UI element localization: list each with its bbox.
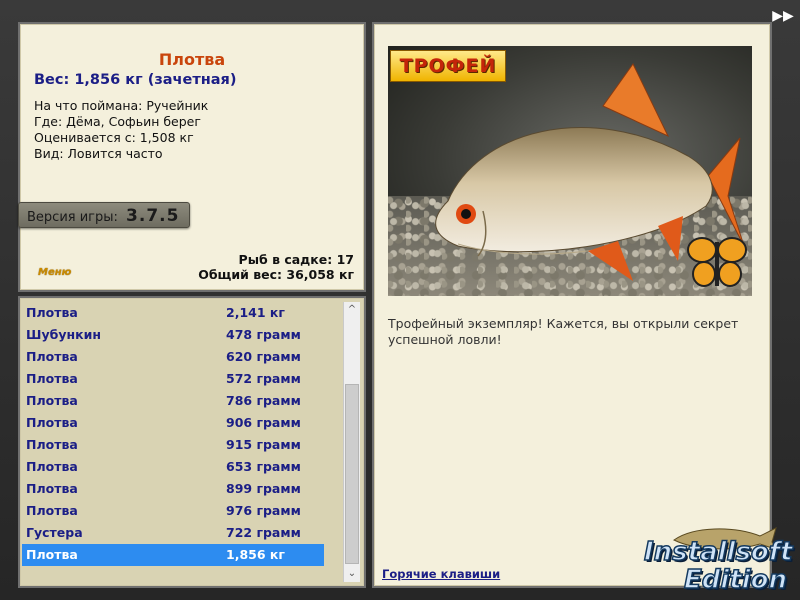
catch-fish-name: Густера: [26, 525, 83, 540]
scroll-thumb[interactable]: [345, 384, 359, 564]
catch-list: Плотва 2,141 кг Шубункин 478 грамм Плотва 620…: [22, 302, 324, 566]
hotkeys-link[interactable]: Горячие клавиши: [382, 567, 500, 581]
catch-fish-name: Плотва: [26, 371, 78, 386]
catch-list-row[interactable]: Плотва 976 грамм: [22, 500, 324, 522]
fish-info-panel: Плотва Вес: 1,856 кг (зачетная) На что п…: [18, 22, 366, 292]
catch-fish-weight: 899 грамм: [226, 481, 301, 496]
catch-fish-weight: 786 грамм: [226, 393, 301, 408]
catch-fish-name: Плотва: [26, 349, 78, 364]
version-label: Версия игры:: [27, 210, 118, 225]
catch-list-row[interactable]: Плотва 899 грамм: [22, 478, 324, 500]
brand-line2: Edition: [683, 565, 787, 595]
catch-list-panel: Плотва 2,141 кг Шубункин 478 грамм Плотва 620…: [18, 296, 366, 588]
brand-line1: Installsoft: [643, 537, 793, 567]
fish-photo: ТРОФЕЙ: [388, 46, 752, 296]
fish-in-net-count: Рыб в садке: 17: [238, 252, 354, 267]
trophy-description: Трофейный экземпляр! Кажется, вы открыли…: [388, 316, 739, 347]
catch-fish-name: Плотва: [26, 393, 78, 408]
catch-fish-weight: 2,141 кг: [226, 305, 285, 320]
catch-list-row[interactable]: Плотва 1,856 кг: [22, 544, 324, 566]
total-weight: Общий вес: 36,058 кг: [198, 267, 354, 282]
scroll-up-icon[interactable]: ^: [344, 302, 360, 318]
catch-fish-weight: 722 грамм: [226, 525, 301, 540]
catch-list-row[interactable]: Шубункин 478 грамм: [22, 324, 324, 346]
catch-fish-name: Шубункин: [26, 327, 101, 342]
location-info: Где: Дёма, Софьин берег: [34, 114, 201, 129]
catch-fish-weight: 906 грамм: [226, 415, 301, 430]
menu-link[interactable]: Меню: [38, 267, 71, 278]
trophy-badge: ТРОФЕЙ: [390, 50, 506, 82]
catch-fish-name: Плотва: [26, 459, 78, 474]
catch-list-row[interactable]: Плотва 2,141 кг: [22, 302, 324, 324]
catch-fish-weight: 1,856 кг: [226, 547, 285, 562]
catch-fish-weight: 620 грамм: [226, 349, 301, 364]
catch-fish-weight: 478 грамм: [226, 327, 301, 342]
fast-forward-icon[interactable]: ▶▶: [770, 6, 796, 26]
brand-text: Installsoft Edition: [643, 537, 793, 595]
fish-detail-panel: ТРОФЕЙ Трофейный экземпляр! Кажется, вы …: [372, 22, 772, 588]
catch-list-row[interactable]: Плотва 906 грамм: [22, 412, 324, 434]
catch-fish-name: Плотва: [26, 305, 78, 320]
roach-fish-illustration: [435, 63, 747, 287]
catch-fish-name: Плотва: [26, 547, 78, 562]
catch-fish-name: Плотва: [26, 415, 78, 430]
catch-fish-name: Плотва: [26, 481, 78, 496]
catch-fish-weight: 915 грамм: [226, 437, 301, 452]
catch-list-row[interactable]: Плотва 786 грамм: [22, 390, 324, 412]
catch-fish-name: Плотва: [26, 503, 78, 518]
species-info: Вид: Ловится часто: [34, 146, 163, 161]
scroll-down-icon[interactable]: ⌄: [344, 566, 360, 582]
fish-weight: Вес: 1,856 кг (зачетная): [34, 72, 237, 88]
app-window: ▶▶ Плотва Вес: 1,856 кг (зачетная) На чт…: [0, 0, 800, 600]
catch-fish-name: Плотва: [26, 437, 78, 452]
catch-list-scrollbar[interactable]: ^ ⌄: [343, 302, 360, 582]
bait-info: На что поймана: Ручейник: [34, 98, 209, 113]
catch-list-row[interactable]: Густера 722 грамм: [22, 522, 324, 544]
version-value: 3.7.5: [126, 206, 180, 226]
installsoft-edition-logo: Installsoft Edition: [640, 524, 800, 600]
catch-list-row[interactable]: Плотва 572 грамм: [22, 368, 324, 390]
catch-fish-weight: 572 грамм: [226, 371, 301, 386]
game-version-badge: Версия игры: 3.7.5: [18, 202, 190, 228]
catch-fish-weight: 653 грамм: [226, 459, 301, 474]
fish-name-title: Плотва: [158, 50, 226, 69]
catch-list-row[interactable]: Плотва 915 грамм: [22, 434, 324, 456]
catch-list-row[interactable]: Плотва 620 грамм: [22, 346, 324, 368]
catch-list-row[interactable]: Плотва 653 грамм: [22, 456, 324, 478]
catch-fish-weight: 976 грамм: [226, 503, 301, 518]
rating-info: Оценивается с: 1,508 кг: [34, 130, 194, 145]
